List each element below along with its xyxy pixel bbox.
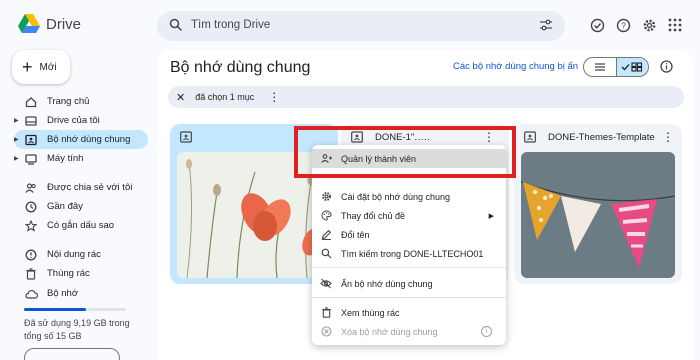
apps-grid-icon[interactable] bbox=[666, 16, 684, 34]
search-options-icon[interactable] bbox=[539, 18, 553, 32]
my-drive-icon bbox=[24, 114, 38, 128]
help-icon[interactable]: ? bbox=[614, 16, 632, 34]
menu-divider bbox=[312, 297, 506, 298]
bunting-flags-image bbox=[521, 152, 675, 278]
card-more-icon[interactable]: ⋮ bbox=[662, 130, 674, 144]
search-input[interactable]: Tìm trong Drive bbox=[191, 19, 270, 31]
menu-item-label: Tìm kiếm trong DONE-LLTECHO01 bbox=[341, 248, 484, 259]
hidden-shared-drives-link[interactable]: Các bộ nhớ dùng chung bị ẩn bbox=[453, 61, 578, 72]
list-view-icon bbox=[594, 63, 605, 71]
search-icon bbox=[320, 248, 332, 260]
selection-count: đã chọn 1 mục bbox=[195, 92, 255, 102]
menu-item-hide-shared-drive[interactable]: Ẩn bộ nhớ dùng chung bbox=[312, 274, 506, 293]
sidebar-item-label: Gần đây bbox=[47, 201, 83, 212]
sidebar-item-label: Có gắn dấu sao bbox=[47, 220, 115, 231]
sidebar-item-trash[interactable]: Thùng rác bbox=[14, 264, 148, 283]
menu-item-search-in-drive[interactable]: Tìm kiếm trong DONE-LLTECHO01 bbox=[312, 244, 506, 263]
search-bar[interactable]: Tìm trong Drive bbox=[157, 11, 565, 41]
expand-arrow-icon[interactable]: ▶ bbox=[14, 155, 22, 162]
clear-selection-icon[interactable]: ✕ bbox=[176, 91, 185, 104]
submenu-arrow-icon: ▶ bbox=[488, 212, 494, 220]
shared-drive-icon bbox=[524, 131, 536, 143]
shared-drive-card[interactable]: DONE-Themes-Template ⋮ bbox=[514, 124, 682, 284]
storage-bar bbox=[24, 308, 126, 311]
menu-item-label: Xóa bộ nhớ dùng chung bbox=[341, 326, 438, 337]
view-toggle[interactable] bbox=[583, 57, 649, 77]
list-view-button[interactable] bbox=[584, 58, 616, 76]
more-actions-icon[interactable]: ⋮ bbox=[268, 90, 280, 104]
search-icon bbox=[169, 18, 183, 32]
sidebar-item-spam[interactable]: Nội dung rác bbox=[14, 245, 148, 264]
menu-item-label: Cài đặt bộ nhớ dùng chung bbox=[341, 191, 450, 202]
sidebar-item-computers[interactable]: ▶ Máy tính bbox=[14, 149, 148, 168]
offline-status-icon[interactable] bbox=[588, 16, 606, 34]
page-title: Bộ nhớ dùng chung bbox=[170, 59, 311, 76]
new-button-label: Mới bbox=[39, 61, 57, 73]
card-title: DONE-Themes-Template bbox=[548, 131, 655, 143]
sidebar-item-my-drive[interactable]: ▶ Drive của tôi bbox=[14, 111, 148, 130]
palette-icon bbox=[320, 210, 332, 222]
menu-item-change-theme[interactable]: Thay đổi chủ đề ▶ bbox=[312, 206, 506, 225]
get-more-storage-button[interactable] bbox=[24, 348, 120, 360]
menu-item-label: Đổi tên bbox=[341, 229, 370, 240]
expand-arrow-icon[interactable]: ▶ bbox=[14, 136, 22, 143]
grid-view-check-icon bbox=[622, 62, 643, 72]
delete-icon bbox=[320, 326, 332, 338]
sidebar-item-label: Bộ nhớ bbox=[47, 288, 79, 299]
storage-usage-text: Đã sử dụng 9,19 GB trong tổng số 15 GB bbox=[24, 318, 130, 341]
star-icon bbox=[24, 219, 38, 233]
sidebar-item-label: Thùng rác bbox=[47, 268, 90, 279]
shared-drive-icon bbox=[180, 131, 192, 143]
menu-item-view-trash[interactable]: Xem thùng rác bbox=[312, 303, 506, 322]
spam-icon bbox=[24, 248, 38, 262]
sidebar-item-shared-drives[interactable]: ▶ Bộ nhớ dùng chung bbox=[14, 130, 148, 149]
shared-drives-icon bbox=[24, 133, 38, 147]
menu-item-label: Thay đổi chủ đề bbox=[341, 210, 406, 221]
info-icon[interactable] bbox=[660, 60, 673, 73]
hide-icon bbox=[320, 278, 332, 290]
sidebar-item-home[interactable]: Trang chủ bbox=[14, 92, 148, 111]
top-bar: Drive Tìm trong Drive ? bbox=[0, 0, 700, 52]
plus-icon: + bbox=[22, 57, 33, 77]
computer-icon bbox=[24, 152, 38, 166]
svg-text:?: ? bbox=[621, 21, 626, 30]
info-icon[interactable]: i bbox=[481, 326, 492, 337]
sidebar-item-label: Drive của tôi bbox=[47, 115, 100, 126]
expand-arrow-icon[interactable]: ▶ bbox=[14, 117, 22, 124]
cloud-icon bbox=[24, 287, 38, 301]
grid-view-button[interactable] bbox=[615, 58, 648, 76]
home-icon bbox=[24, 95, 38, 109]
menu-item-delete-shared-drive: Xóa bộ nhớ dùng chung i bbox=[312, 322, 506, 341]
sidebar-item-recent[interactable]: Gần đây bbox=[14, 197, 148, 216]
selection-bar: ✕ đã chọn 1 mục ⋮ bbox=[168, 86, 684, 108]
menu-item-shared-drive-settings[interactable]: Cài đặt bộ nhớ dùng chung bbox=[312, 187, 506, 206]
sidebar-item-storage[interactable]: Bộ nhớ bbox=[14, 284, 148, 303]
trash-icon bbox=[320, 307, 332, 319]
rename-icon bbox=[320, 229, 332, 241]
settings-icon[interactable] bbox=[640, 16, 658, 34]
highlight-annotation-box bbox=[294, 126, 516, 178]
app-name: Drive bbox=[46, 15, 82, 33]
sidebar-item-label: Nội dung rác bbox=[47, 249, 101, 260]
menu-item-label: Ẩn bộ nhớ dùng chung bbox=[341, 278, 433, 289]
storage-bar-fill bbox=[24, 308, 87, 311]
drive-logo[interactable]: Drive bbox=[18, 14, 81, 34]
new-button[interactable]: + Mới bbox=[12, 50, 70, 84]
sidebar-item-label: Máy tính bbox=[47, 153, 84, 164]
trash-icon bbox=[24, 267, 38, 281]
settings-icon bbox=[320, 191, 332, 203]
shared-with-me-icon bbox=[24, 181, 38, 195]
menu-divider bbox=[312, 267, 506, 268]
card-header: DONE-Themes-Template bbox=[514, 124, 682, 150]
sidebar-item-starred[interactable]: Có gắn dấu sao bbox=[14, 216, 148, 235]
sidebar-item-label: Trang chủ bbox=[47, 96, 90, 107]
drive-logo-icon bbox=[18, 14, 40, 33]
sidebar-item-label: Được chia sẻ với tôi bbox=[47, 182, 133, 193]
menu-item-label: Xem thùng rác bbox=[341, 307, 400, 318]
menu-item-rename[interactable]: Đổi tên bbox=[312, 225, 506, 244]
sidebar-item-shared-with-me[interactable]: Được chia sẻ với tôi bbox=[14, 178, 148, 197]
recent-icon bbox=[24, 200, 38, 214]
sidebar-item-label: Bộ nhớ dùng chung bbox=[47, 134, 131, 145]
